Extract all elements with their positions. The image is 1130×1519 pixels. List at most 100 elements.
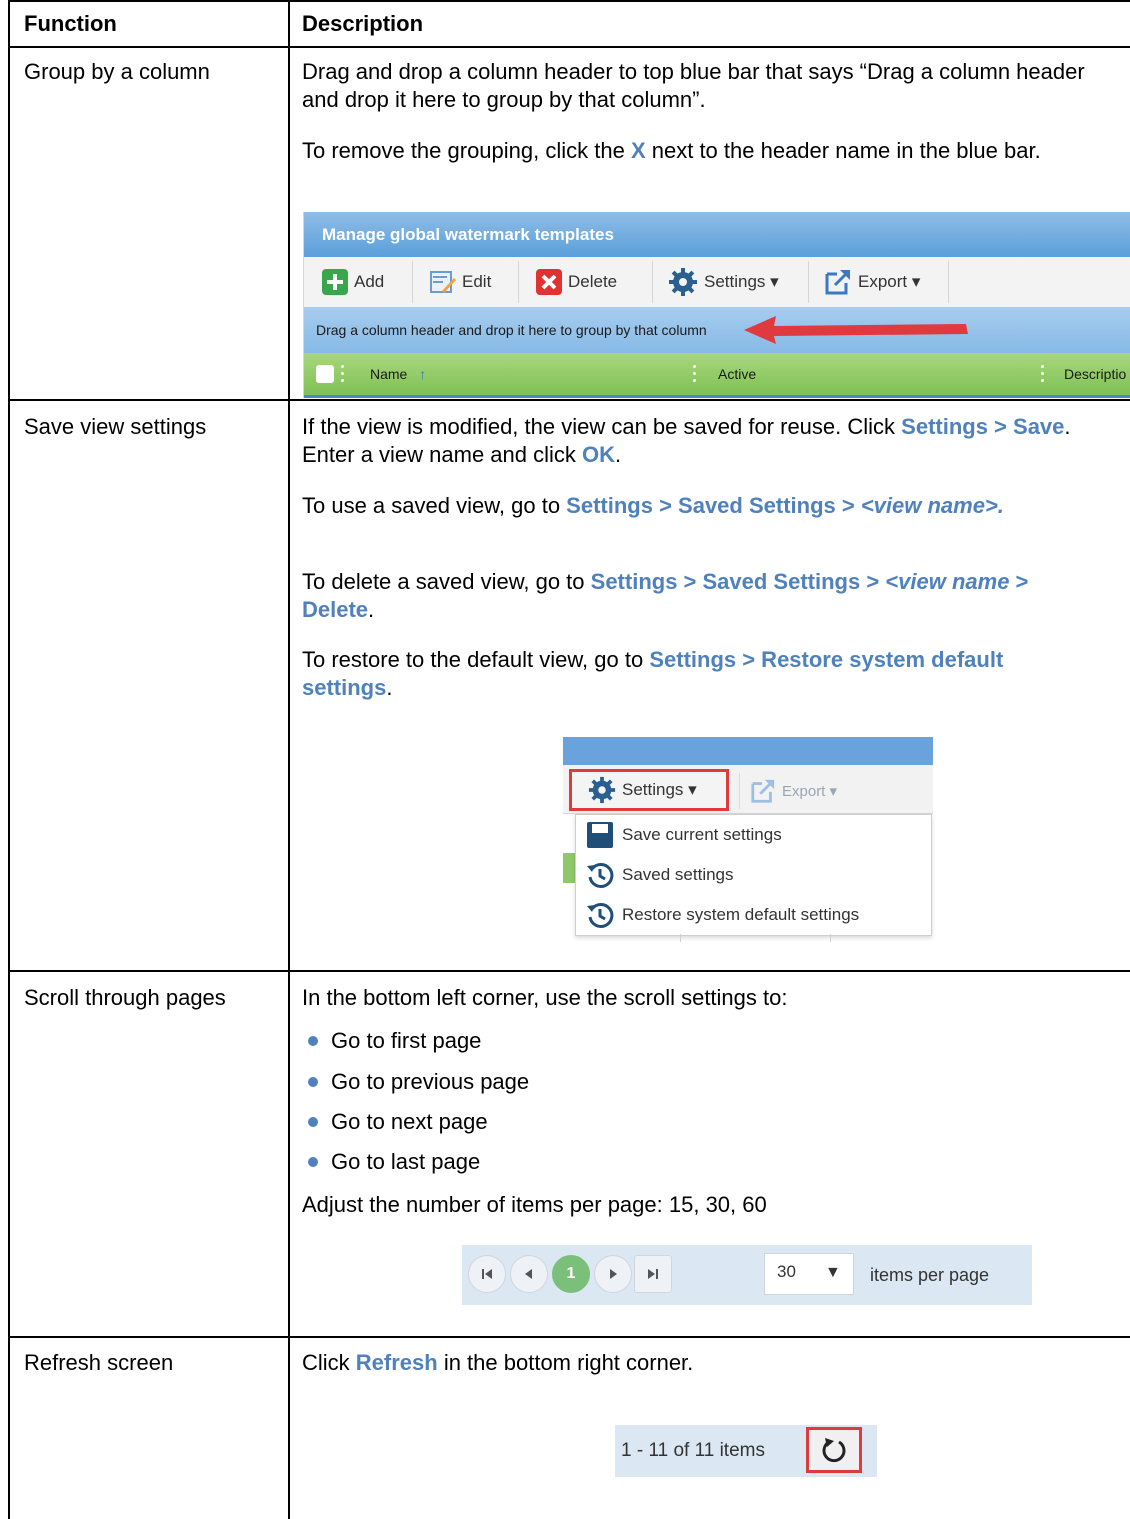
settings-label: Settings ▾: [622, 780, 697, 799]
column-name-label: Name: [370, 366, 408, 382]
add-label: Add: [354, 272, 385, 291]
toolbar-separator: [808, 261, 809, 303]
column-menu-handle[interactable]: [340, 365, 344, 383]
add-button[interactable]: Add: [322, 265, 384, 299]
keyword: Settings > Save: [901, 414, 1065, 439]
keyword: Refresh: [355, 1350, 438, 1375]
column-menu-handle[interactable]: [1040, 365, 1044, 383]
items-per-page-label: items per page: [870, 1265, 990, 1285]
settings-menu-screenshot: Settings ▾ Export ▾ Save current setting…: [563, 737, 933, 942]
export-button[interactable]: Export ▾: [739, 773, 878, 809]
text-run: next to the header name in the blue bar.: [645, 138, 1041, 163]
text-run: If the view is modified, the view can be…: [302, 414, 902, 439]
plus-icon: [322, 269, 348, 295]
select-all-checkbox[interactable]: [316, 365, 334, 383]
description-paragraph: To remove the grouping, click the X next…: [302, 137, 1092, 165]
text-run: To remove the grouping, click the: [302, 138, 631, 163]
delete-label: Delete: [568, 272, 618, 291]
first-page-button[interactable]: [468, 1255, 506, 1293]
export-label: Export ▾: [858, 272, 921, 291]
red-arrow-annotation: [744, 316, 968, 344]
column-name[interactable]: Name ↑: [370, 353, 426, 395]
grid-line: [830, 934, 831, 942]
last-page-button[interactable]: [634, 1255, 672, 1293]
green-column-strip: [563, 853, 575, 883]
next-page-button[interactable]: [594, 1255, 632, 1293]
menu-item-restore-defaults[interactable]: Restore system default settings: [576, 895, 931, 935]
grid-screenshot: Manage global watermark templates Add Ed…: [303, 212, 1130, 398]
list-item: Go to next page: [331, 1109, 488, 1134]
paragraph-text: To restore to the default view, go to Se…: [302, 646, 1082, 702]
function-label: Refresh screen: [24, 1350, 174, 1375]
items-per-page-value: 30: [777, 1262, 796, 1281]
text-run: To delete a saved view, go to: [302, 569, 591, 594]
grid-title-strip: [563, 737, 933, 765]
keyword: Settings > Saved Settings >: [590, 569, 886, 594]
edit-label: Edit: [462, 272, 492, 291]
toolbar-separator: [948, 261, 949, 303]
toolbar-separator: [412, 261, 413, 303]
toolbar-separator: [518, 261, 519, 303]
refresh-screenshot: 1 - 11 of 11 items: [615, 1425, 877, 1477]
keyword: X: [630, 138, 646, 163]
column-description[interactable]: Descriptio: [1064, 353, 1126, 395]
refresh-icon: [822, 1438, 846, 1463]
text-run: Click: [302, 1350, 356, 1375]
menu-item-label: Save current settings: [622, 825, 782, 844]
settings-button[interactable]: Settings ▾: [569, 769, 729, 811]
group-by-bar[interactable]: Drag a column header and drop it here to…: [304, 307, 1130, 353]
description-paragraph: Drag and drop a column header to top blu…: [302, 58, 1092, 114]
menu-item-save-current-settings[interactable]: Save current settings: [576, 815, 931, 855]
text-run: in the bottom right corner.: [437, 1350, 694, 1375]
bullet-dot: [308, 1157, 318, 1167]
keyword: OK: [582, 442, 616, 467]
list-item: Go to previous page: [331, 1069, 530, 1094]
column-active[interactable]: Active: [718, 353, 756, 395]
grid-line: [680, 934, 681, 942]
items-per-page-select[interactable]: 30 ▼: [764, 1253, 854, 1295]
sort-ascending-icon: ↑: [419, 366, 427, 382]
previous-page-button[interactable]: [510, 1255, 548, 1293]
header-description: Description: [302, 11, 424, 36]
text-run: .: [615, 442, 622, 467]
paragraph-text: Click Refresh in the bottom right corner…: [302, 1349, 693, 1377]
first-page-icon: [482, 1269, 492, 1279]
paragraph-text: If the view is modified, the view can be…: [302, 413, 1102, 469]
grid-bottom-edge: [304, 395, 1130, 398]
history-icon: [587, 862, 614, 888]
description-paragraph: In the bottom left corner, use the scrol…: [302, 985, 788, 1010]
menu-item-label: Restore system default settings: [622, 905, 860, 924]
menu-item-saved-settings[interactable]: Saved settings: [576, 855, 931, 895]
history-icon: [587, 902, 614, 928]
column-menu-handle[interactable]: [692, 365, 696, 383]
grid-title: Manage global watermark templates: [304, 212, 1130, 257]
paragraph-text: To use a saved view, go to Settings > Sa…: [302, 492, 1102, 520]
function-label: Scroll through pages: [24, 985, 226, 1010]
settings-label: Settings ▾: [704, 272, 779, 291]
table-border-top: [8, 0, 1130, 2]
settings-button[interactable]: Settings ▾: [668, 265, 779, 299]
function-label: Save view settings: [24, 414, 207, 439]
settings-dropdown-menu: Save current settings Saved settings Res…: [575, 814, 932, 936]
paragraph-text: To remove the grouping, click the X next…: [302, 137, 1092, 165]
row-divider: [8, 1336, 1130, 1338]
chevron-down-icon: ▼: [825, 1264, 841, 1281]
paragraph-text: To delete a saved view, go to Settings >…: [302, 568, 1102, 624]
edit-button[interactable]: Edit: [430, 265, 491, 299]
table-border-left: [8, 0, 10, 1519]
list-item: Go to last page: [331, 1149, 481, 1174]
refresh-button[interactable]: [806, 1427, 862, 1473]
keyword: Settings > Saved Settings >: [566, 493, 861, 518]
grid-toolbar: Add Edit Delete Settings ▾ Export ▾: [304, 257, 1130, 308]
delete-icon: [536, 269, 562, 295]
row-divider: [8, 970, 1130, 972]
description-paragraph: To restore to the default view, go to Se…: [302, 646, 1082, 702]
current-page-button[interactable]: 1: [552, 1255, 590, 1293]
text-run: .: [386, 675, 393, 700]
description-paragraph: To use a saved view, go to Settings > Sa…: [302, 492, 1102, 520]
delete-button[interactable]: Delete: [536, 265, 617, 299]
export-button[interactable]: Export ▾: [824, 265, 920, 299]
text-run: To restore to the default view, go to: [302, 647, 650, 672]
previous-page-icon: [525, 1269, 532, 1279]
pager-screenshot: 1 30 ▼ items per page: [462, 1245, 1032, 1305]
